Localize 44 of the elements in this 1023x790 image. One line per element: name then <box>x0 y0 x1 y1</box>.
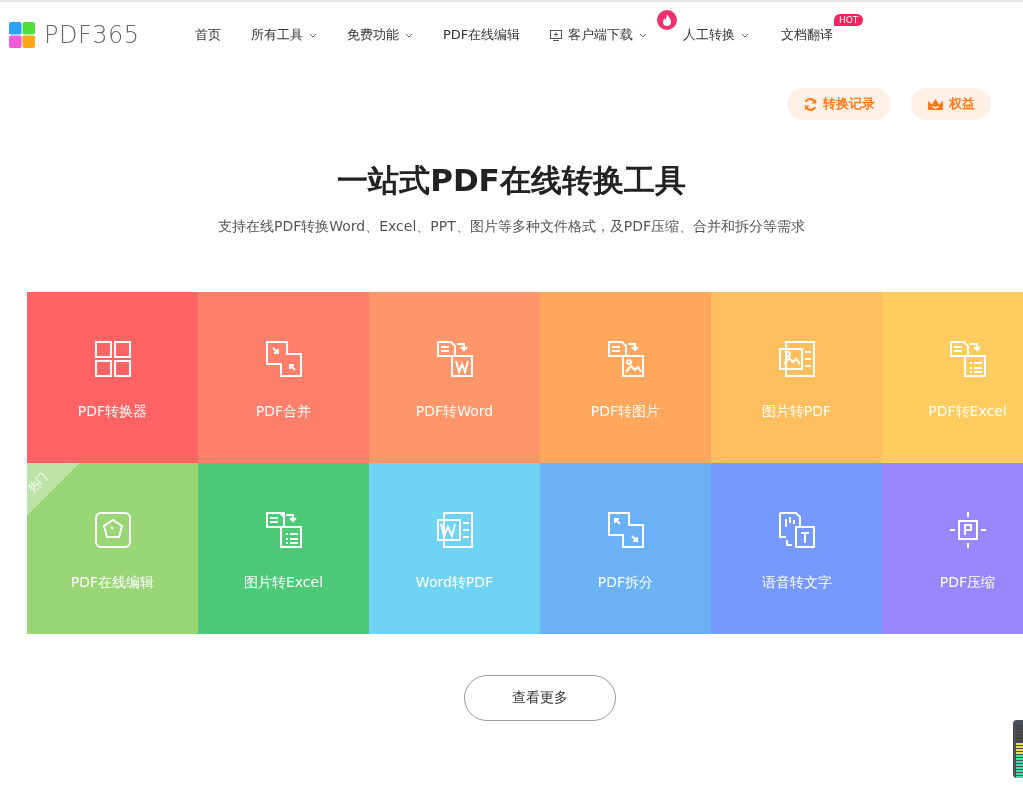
document-to-table-icon <box>947 339 988 379</box>
word-document-icon <box>434 510 475 550</box>
nav-link[interactable]: 首页 <box>195 26 221 44</box>
tool-tile[interactable]: PDF压缩 <box>882 463 1023 634</box>
hot-ribbon: 热门 <box>27 463 79 515</box>
logo-text[interactable]: PDF365 <box>44 21 140 49</box>
tool-tile[interactable]: PDF转换器 <box>27 292 198 463</box>
nav-link[interactable]: 人工转换 <box>683 26 750 44</box>
logo-icon <box>9 22 35 48</box>
audio-to-text-icon <box>776 510 817 550</box>
document-to-word-icon <box>434 339 475 379</box>
nav-link[interactable]: 所有工具 <box>251 26 317 44</box>
document-to-image-icon <box>605 339 646 379</box>
nav-link[interactable]: 文档翻译 <box>781 26 834 44</box>
tool-tile[interactable]: PDF转Excel <box>882 292 1023 463</box>
pentagon-edit-icon <box>92 510 133 550</box>
tool-tile[interactable]: 热门 PDF在线编辑 <box>27 463 198 634</box>
tool-tile[interactable]: Word转PDF <box>369 463 540 634</box>
crown-icon <box>927 97 944 111</box>
nav-link[interactable]: PDF在线编辑 <box>443 26 521 44</box>
merge-icon <box>263 339 304 379</box>
tool-tile[interactable]: PDF拆分 <box>540 463 711 634</box>
nav-link[interactable]: 免费功能 <box>347 26 413 44</box>
tool-tile[interactable]: 语音转文字 <box>711 463 882 634</box>
tool-tile[interactable]: PDF合并 <box>198 292 369 463</box>
action-button[interactable]: 转换记录 <box>787 88 891 120</box>
monitor-icon <box>550 29 563 41</box>
page-title: 一站式PDF在线转换工具 <box>336 161 687 200</box>
action-button[interactable]: 权益 <box>911 88 991 120</box>
hot-badge: HOT <box>833 14 864 26</box>
tool-tile[interactable]: 图片转Excel <box>198 463 369 634</box>
tool-tile[interactable]: 图片转PDF <box>711 292 882 463</box>
level-meter-widget <box>1013 720 1023 778</box>
refresh-icon <box>803 96 818 112</box>
page-subtitle: 支持在线PDF转换Word、Excel、PPT、图片等多种文件格式，及PDF压缩、合并和拆分等需求 <box>216 218 807 236</box>
compress-icon <box>947 510 988 550</box>
tool-tile[interactable]: PDF转图片 <box>540 292 711 463</box>
tool-tile[interactable]: PDF转Word <box>369 292 540 463</box>
grid-icon <box>92 339 133 379</box>
flame-icon <box>657 10 678 30</box>
view-more-button[interactable]: 查看更多 <box>464 675 616 721</box>
split-icon <box>605 510 646 550</box>
nav-link[interactable]: 客户端下载 <box>550 26 648 44</box>
image-document-icon <box>776 339 817 379</box>
